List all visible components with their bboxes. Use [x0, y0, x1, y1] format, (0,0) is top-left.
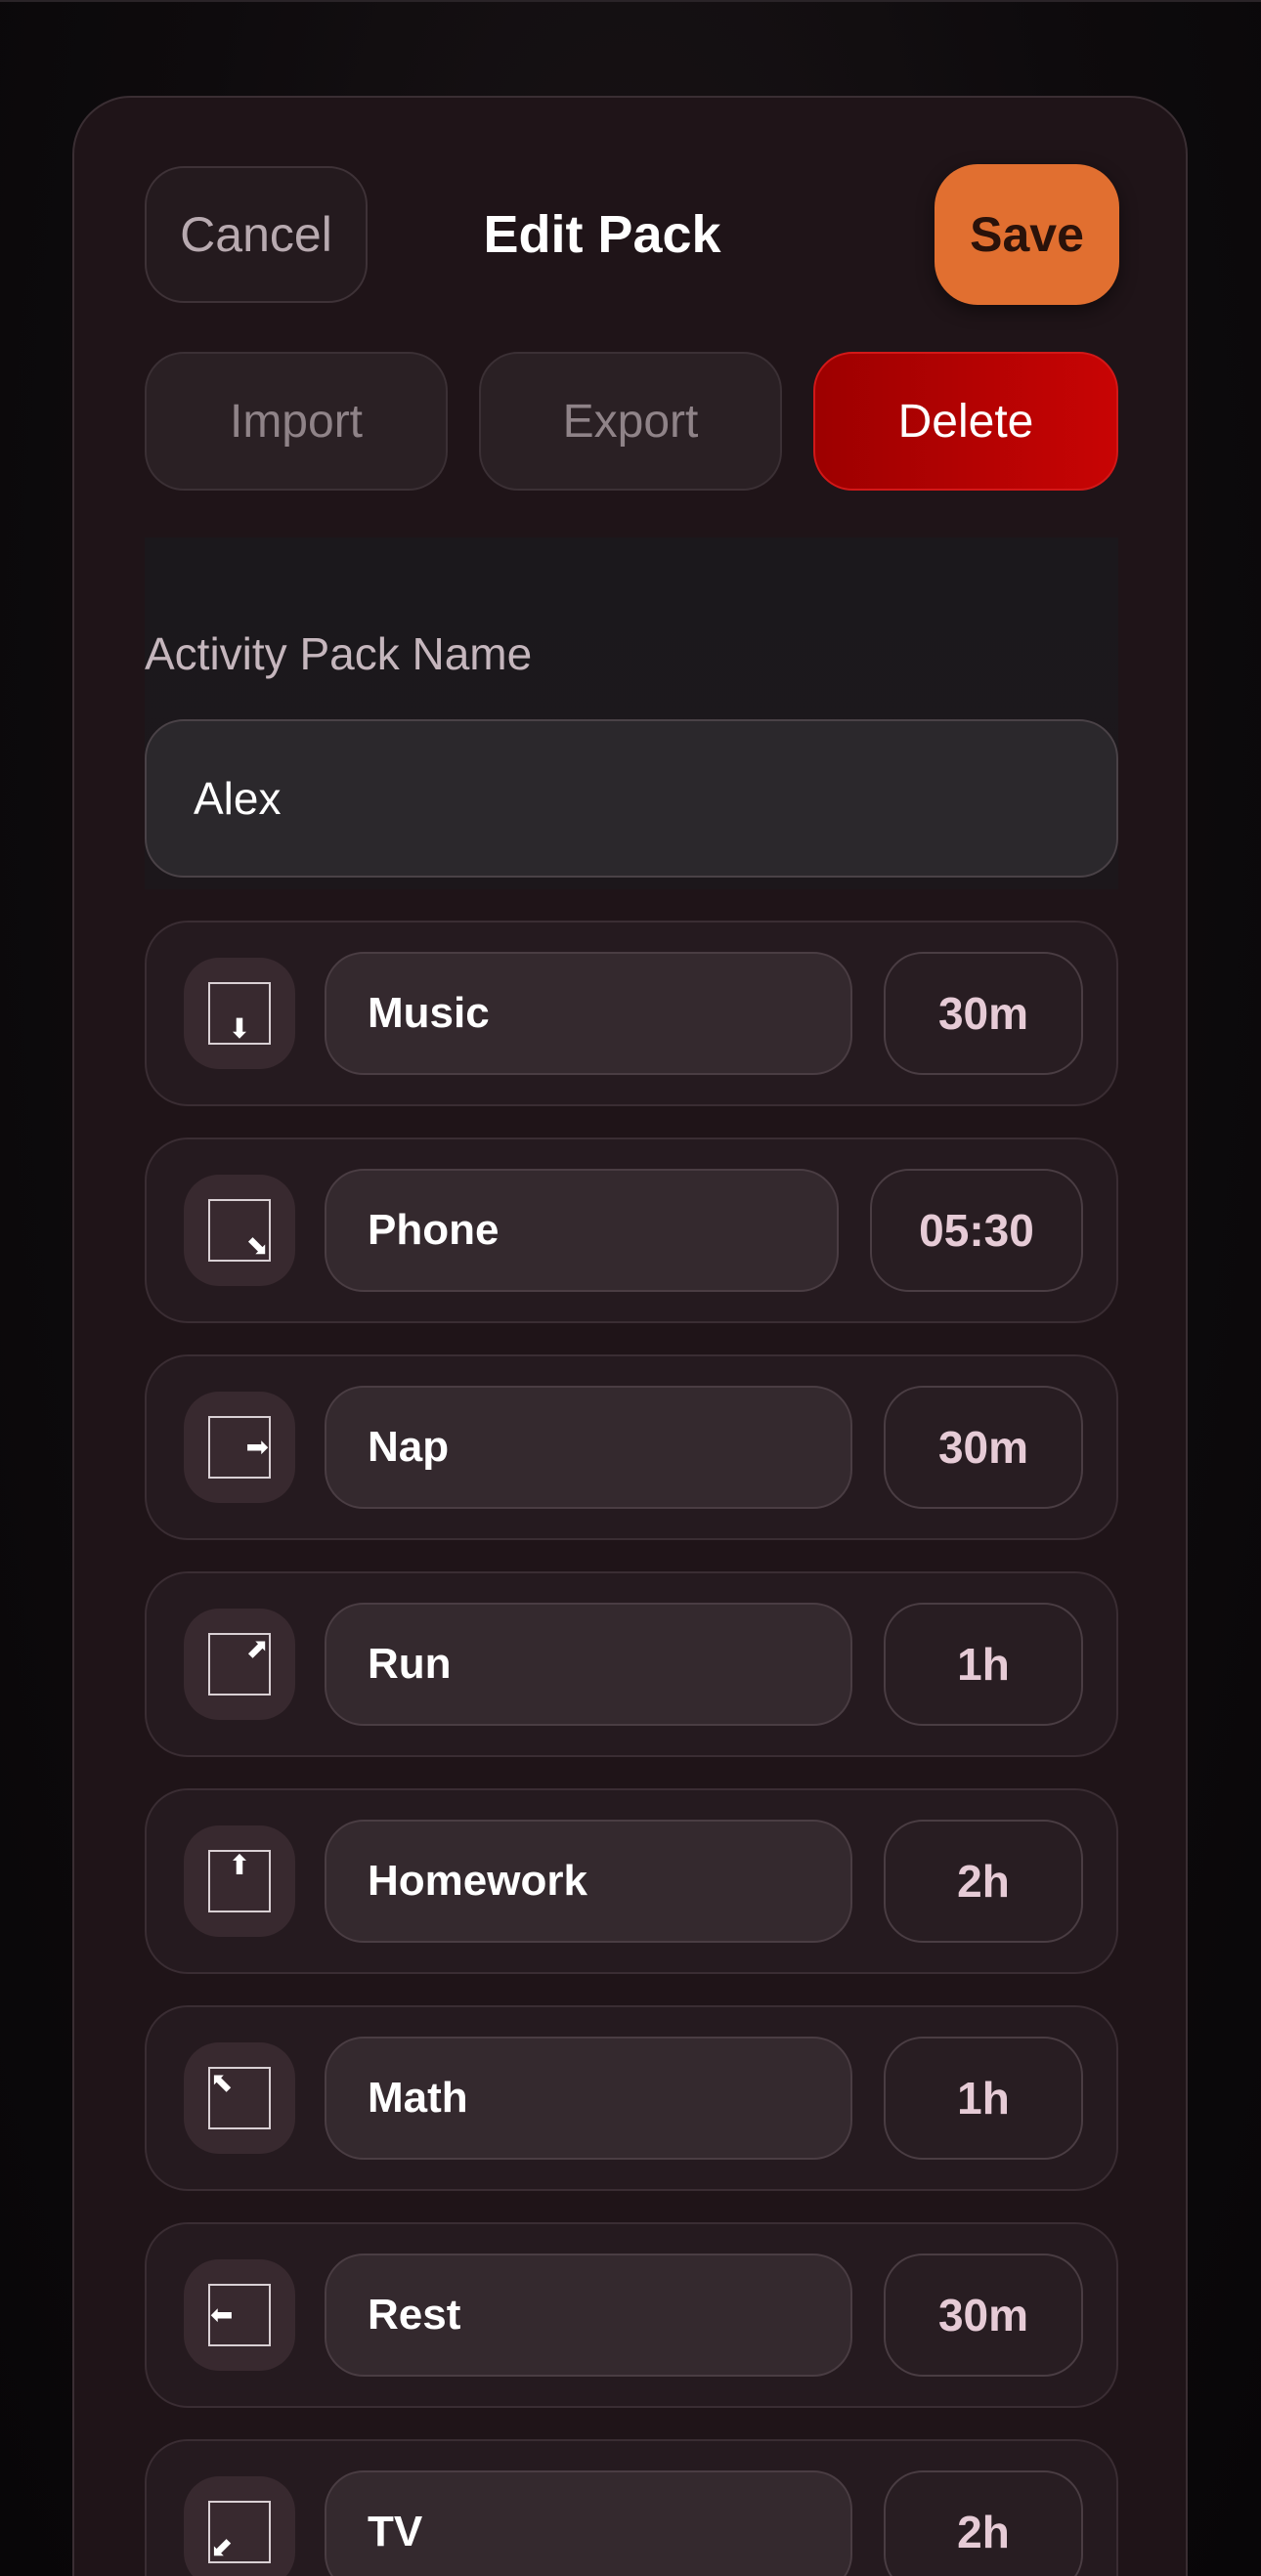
export-button[interactable]: Export [479, 352, 782, 491]
activity-duration-field[interactable]: 2h [884, 1820, 1083, 1943]
activity-row: ⬆ Homework 2h [145, 1788, 1118, 1974]
activity-duration-field[interactable]: 1h [884, 1603, 1083, 1726]
edit-pack-sheet: Cancel Edit Pack Save Import Export Dele… [72, 96, 1188, 2576]
activity-row: ⬉ Math 1h [145, 2005, 1118, 2191]
pack-name-label: Activity Pack Name [145, 628, 533, 679]
arrow-up-right-icon: ⬈ [208, 1633, 271, 1696]
direction-button[interactable]: ⬈ [184, 1609, 295, 1720]
arrow-right-icon: ➡ [208, 1416, 271, 1479]
activity-row: ⬊ Phone 05:30 [145, 1138, 1118, 1323]
page-title: Edit Pack [483, 205, 721, 264]
activity-duration-field[interactable]: 05:30 [870, 1169, 1083, 1292]
direction-button[interactable]: ➡ [184, 1392, 295, 1503]
activity-name-field[interactable]: Nap [325, 1386, 852, 1509]
activity-name-field[interactable]: Music [325, 952, 852, 1075]
screen: Cancel Edit Pack Save Import Export Dele… [0, 0, 1261, 2576]
activity-row: ⬇ Music 30m [145, 921, 1118, 1106]
activity-row: ➡ Nap 30m [145, 1354, 1118, 1540]
activity-duration-field[interactable]: 1h [884, 2037, 1083, 2160]
arrow-down-right-icon: ⬊ [208, 1199, 271, 1262]
delete-button[interactable]: Delete [813, 352, 1118, 491]
activity-name-field[interactable]: Run [325, 1603, 852, 1726]
activity-duration-field[interactable]: 30m [884, 1386, 1083, 1509]
cancel-button[interactable]: Cancel [145, 166, 368, 303]
direction-button[interactable]: ⬇ [184, 958, 295, 1069]
import-button[interactable]: Import [145, 352, 448, 491]
direction-button[interactable]: ⬋ [184, 2476, 295, 2576]
direction-button[interactable]: ⬊ [184, 1175, 295, 1286]
activity-name-field[interactable]: Rest [325, 2254, 852, 2377]
activity-row: ⬈ Run 1h [145, 1571, 1118, 1757]
activity-duration-field[interactable]: 2h [884, 2470, 1083, 2576]
activity-row: ⬋ TV 2h [145, 2439, 1118, 2576]
arrow-up-icon: ⬆ [208, 1850, 271, 1912]
activity-duration-field[interactable]: 30m [884, 952, 1083, 1075]
activity-name-field[interactable]: Math [325, 2037, 852, 2160]
arrow-down-left-icon: ⬋ [208, 2501, 271, 2563]
save-button[interactable]: Save [935, 164, 1119, 305]
status-divider [0, 0, 1261, 2]
arrow-up-left-icon: ⬉ [208, 2067, 271, 2129]
activity-name-field[interactable]: Homework [325, 1820, 852, 1943]
activity-duration-field[interactable]: 30m [884, 2254, 1083, 2377]
direction-button[interactable]: ⬅ [184, 2259, 295, 2371]
activity-name-field[interactable]: TV [325, 2470, 852, 2576]
pack-name-input[interactable] [145, 719, 1118, 878]
direction-button[interactable]: ⬉ [184, 2042, 295, 2154]
pack-name-section: Activity Pack Name [145, 537, 1118, 889]
activity-name-field[interactable]: Phone [325, 1169, 839, 1292]
direction-button[interactable]: ⬆ [184, 1825, 295, 1937]
activity-row: ⬅ Rest 30m [145, 2222, 1118, 2408]
arrow-left-icon: ⬅ [208, 2284, 271, 2346]
arrow-down-icon: ⬇ [208, 982, 271, 1045]
